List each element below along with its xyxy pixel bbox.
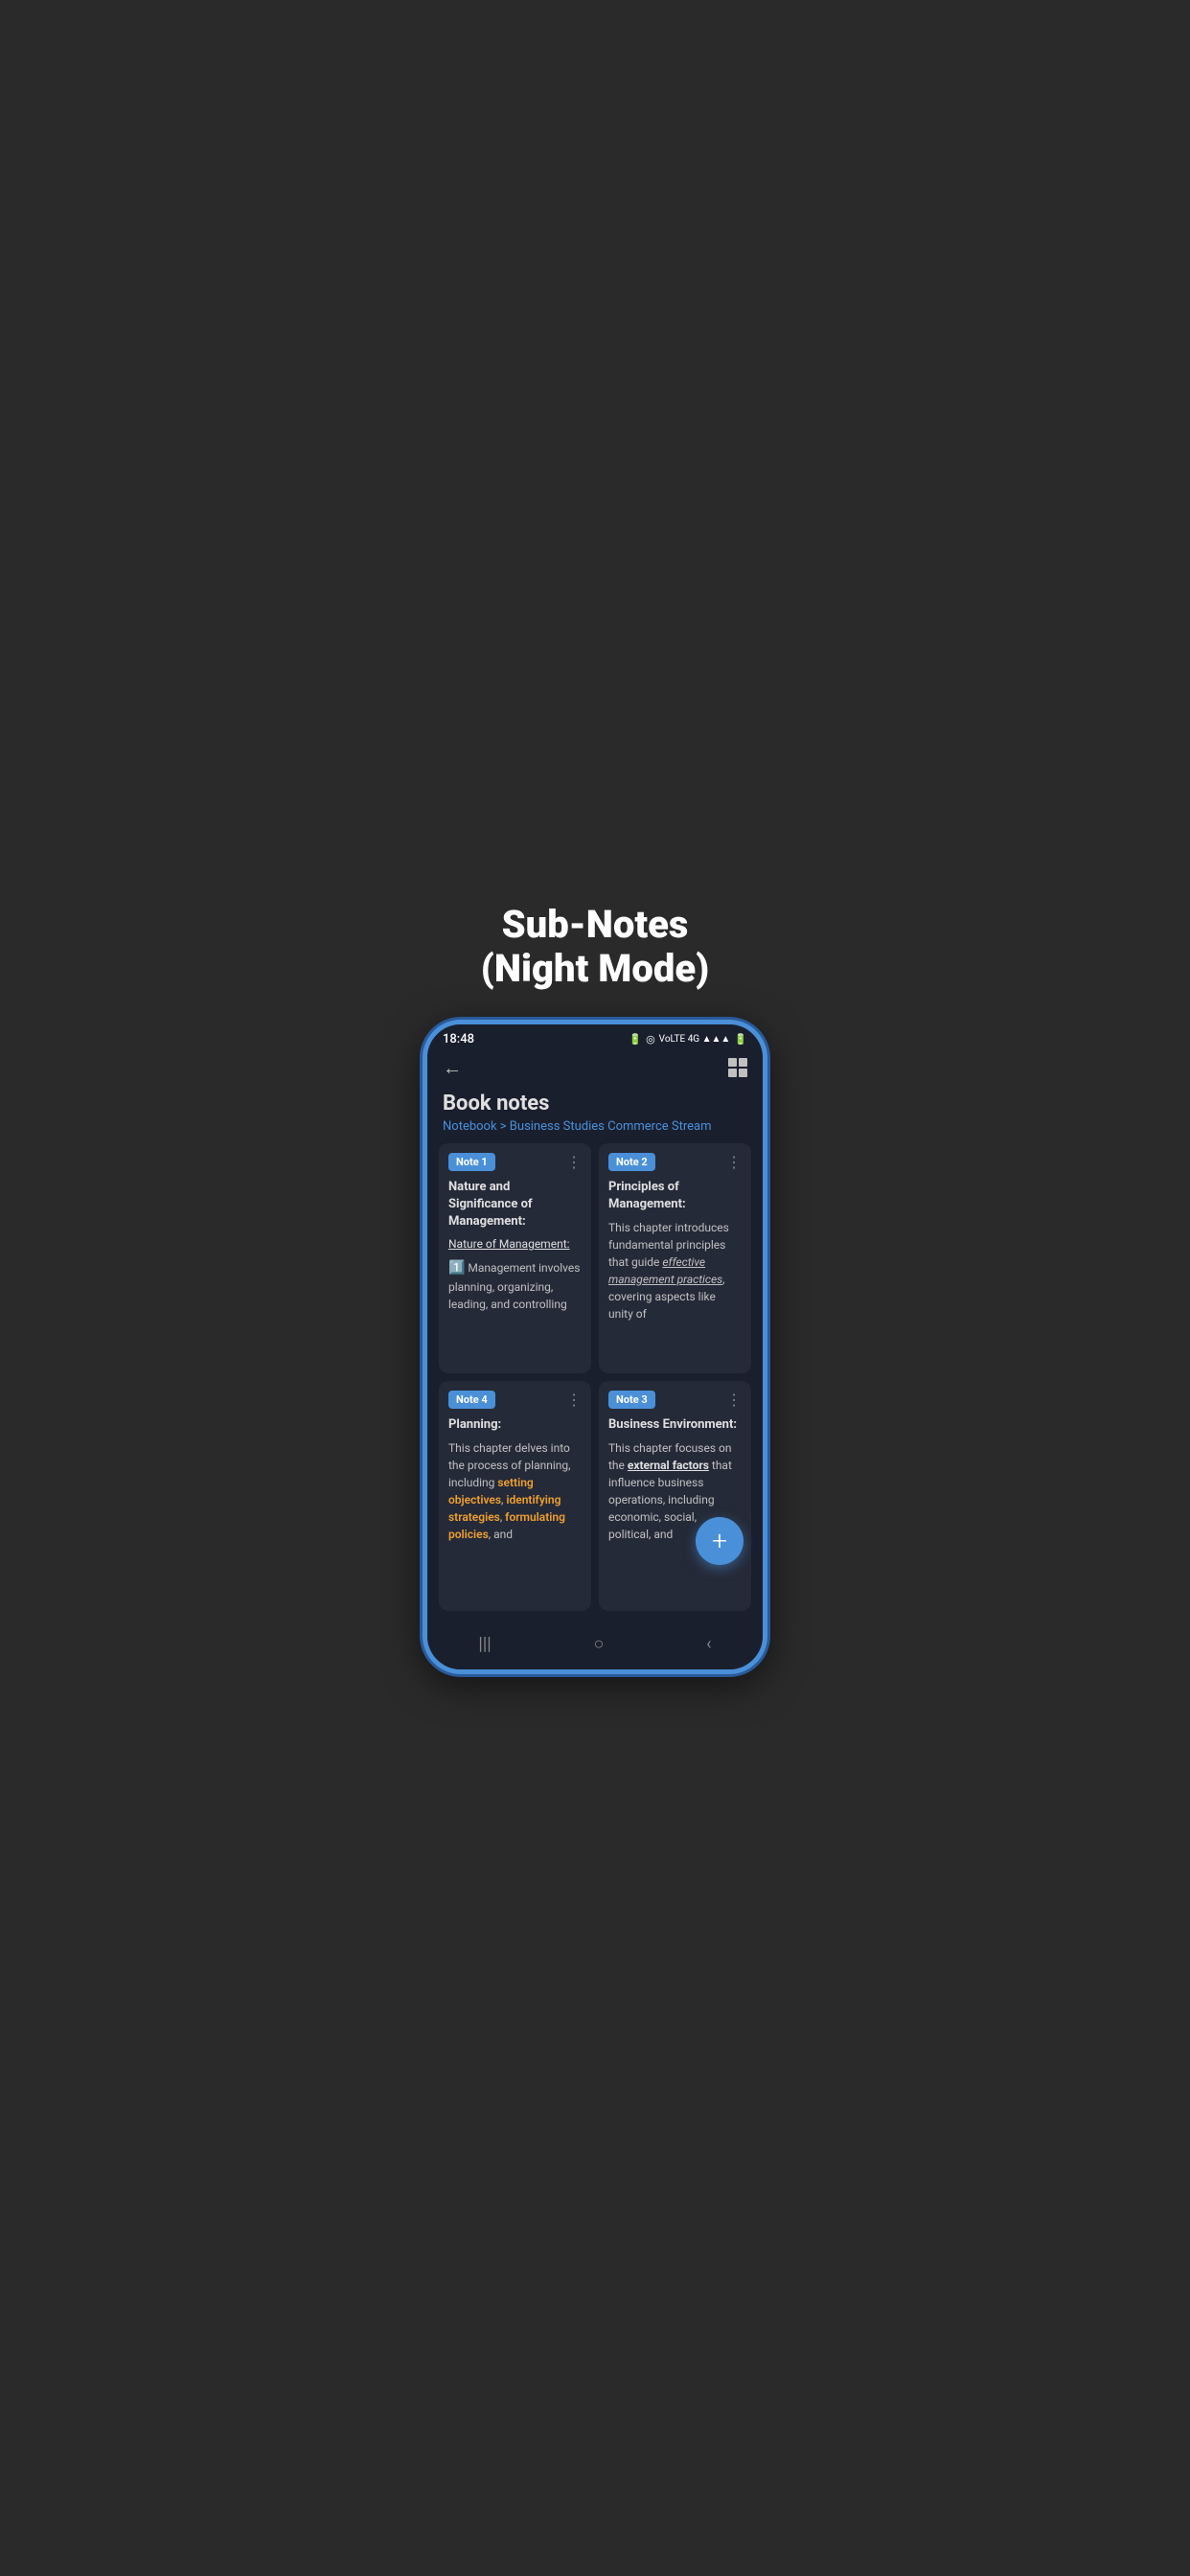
status-bar: 18:48 🔋 ◎ VoLTE 4G ▲▲▲ 🔋 [427, 1024, 763, 1050]
nav-home-icon[interactable]: ○ [593, 1634, 604, 1654]
note-2-emphasis: effective management practices [608, 1255, 722, 1286]
note-1-body: 1️⃣ Management involves planning, organi… [448, 1258, 582, 1313]
grid-cell-2 [739, 1058, 747, 1067]
breadcrumb[interactable]: Notebook > Business Studies Commerce Str… [427, 1117, 763, 1143]
note-card-2[interactable]: Note 2 ⋮ Principles of Management: This … [599, 1143, 751, 1373]
note-3-emphasis: external factors [628, 1459, 709, 1472]
note-1-subtitle: Nature of Management: [448, 1236, 582, 1253]
battery-status-icon: 🔋 [734, 1033, 747, 1046]
note-card-1-header: Note 1 ⋮ [448, 1153, 582, 1171]
fab-button[interactable]: + [696, 1517, 744, 1565]
number-emoji-1: 1️⃣ [448, 1260, 465, 1276]
grid-cell-4 [739, 1069, 747, 1077]
signal-icon: VoLTE 4G ▲▲▲ [659, 1034, 731, 1045]
note-3-menu-icon[interactable]: ⋮ [726, 1391, 742, 1409]
note-badge-1: Note 1 [448, 1153, 495, 1171]
note-3-title: Business Environment: [608, 1416, 742, 1434]
note-card-4-header: Note 4 ⋮ [448, 1391, 582, 1409]
note-1-menu-icon[interactable]: ⋮ [566, 1153, 582, 1171]
note-badge-2: Note 2 [608, 1153, 655, 1171]
nav-recent-icon[interactable]: ||| [478, 1634, 491, 1654]
page-wrapper: Sub-Notes (Night Mode) 18:48 🔋 ◎ VoLTE 4… [397, 864, 793, 1713]
phone-frame: 18:48 🔋 ◎ VoLTE 4G ▲▲▲ 🔋 ← Book notes No… [423, 1020, 767, 1674]
note-2-menu-icon[interactable]: ⋮ [726, 1153, 742, 1171]
book-notes-title: Book notes [427, 1088, 763, 1117]
note-4-title: Planning: [448, 1416, 582, 1434]
grid-view-button[interactable] [728, 1058, 747, 1077]
note-card-3-header: Note 3 ⋮ [608, 1391, 742, 1409]
note-1-title: Nature and Significance of Management: [448, 1179, 582, 1231]
note-4-body: This chapter delves into the process of … [448, 1439, 582, 1543]
nav-back-icon[interactable]: ‹ [706, 1634, 711, 1654]
note-2-body: This chapter introduces fundamental prin… [608, 1219, 742, 1322]
content-area: Note 1 ⋮ Nature and Significance of Mana… [427, 1143, 763, 1622]
note-card-3[interactable]: Note 3 ⋮ Business Environment: This chap… [599, 1381, 751, 1611]
note-card-2-header: Note 2 ⋮ [608, 1153, 742, 1171]
nav-bar: ||| ○ ‹ [427, 1622, 763, 1669]
note-2-title: Principles of Management: [608, 1179, 742, 1213]
status-icons: 🔋 ◎ VoLTE 4G ▲▲▲ 🔋 [629, 1033, 747, 1046]
grid-cell-1 [728, 1058, 737, 1067]
wifi-icon: ◎ [646, 1033, 655, 1046]
back-button[interactable]: ← [443, 1056, 462, 1080]
app-header: ← [427, 1050, 763, 1088]
note-badge-4: Note 4 [448, 1391, 495, 1409]
battery-icon: 🔋 [629, 1033, 642, 1046]
note-card-1[interactable]: Note 1 ⋮ Nature and Significance of Mana… [439, 1143, 591, 1373]
grid-cell-3 [728, 1069, 737, 1077]
note-4-menu-icon[interactable]: ⋮ [566, 1391, 582, 1409]
note-card-4[interactable]: Note 4 ⋮ Planning: This chapter delves i… [439, 1381, 591, 1611]
page-title: Sub-Notes (Night Mode) [481, 903, 709, 991]
status-time: 18:48 [443, 1032, 474, 1046]
note-badge-3: Note 3 [608, 1391, 655, 1409]
